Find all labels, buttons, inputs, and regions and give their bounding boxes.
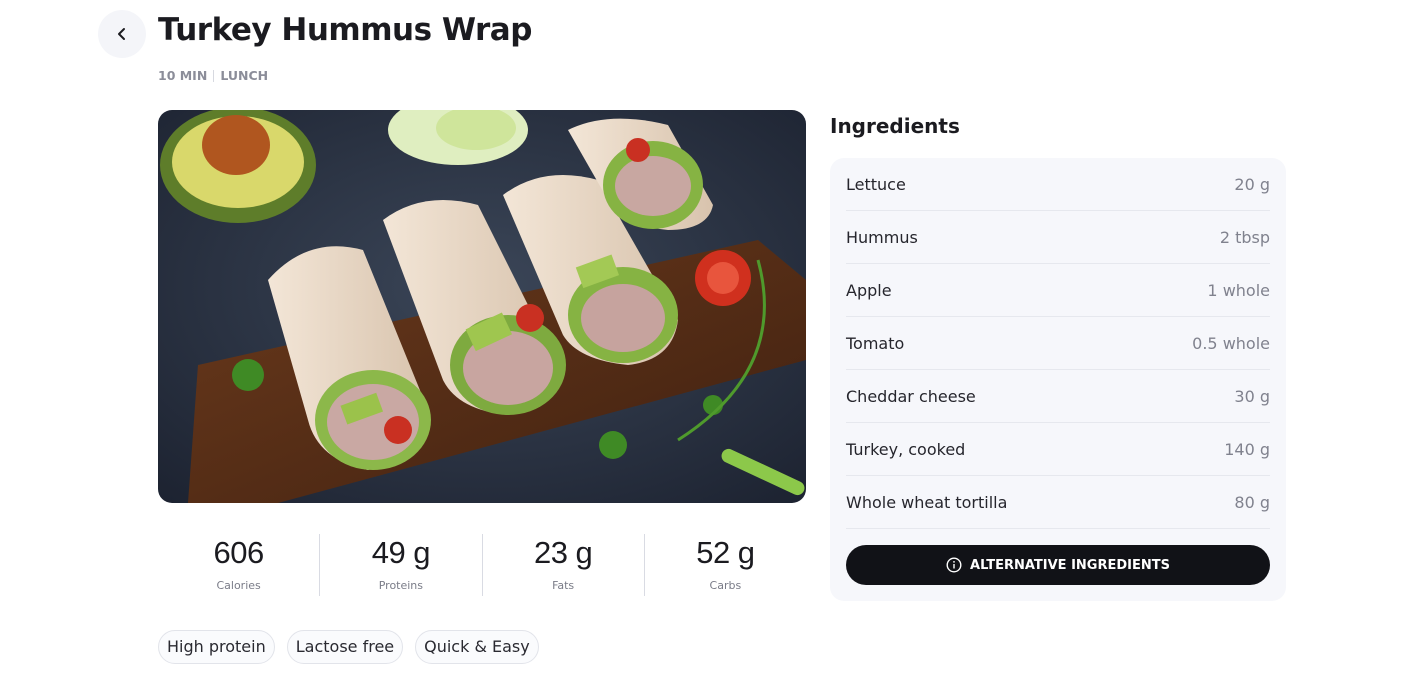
- recipe-photo: [158, 110, 806, 503]
- stat-calories: 606 Calories: [158, 534, 319, 596]
- ingredient-row: Whole wheat tortilla 80 g: [846, 476, 1270, 529]
- ingredient-qty: 140 g: [1224, 439, 1270, 459]
- ingredient-qty: 2 tbsp: [1219, 227, 1270, 247]
- ingredients-card: Lettuce 20 g Hummus 2 tbsp Apple 1 whole…: [830, 158, 1286, 601]
- stat-value: 49 g: [371, 535, 431, 570]
- ingredient-qty: 20 g: [1234, 174, 1270, 194]
- stat-label: Calories: [216, 579, 261, 592]
- ingredient-name: Cheddar cheese: [846, 386, 976, 406]
- stat-proteins: 49 g Proteins: [319, 534, 481, 596]
- ingredient-qty: 1 whole: [1207, 280, 1270, 300]
- stat-value: 23 g: [533, 535, 593, 570]
- tag-quick-easy[interactable]: Quick & Easy: [415, 630, 539, 664]
- ingredient-qty: 80 g: [1234, 492, 1270, 512]
- ingredient-name: Tomato: [846, 333, 905, 353]
- ingredient-name: Turkey, cooked: [846, 439, 966, 459]
- ingredient-name: Apple: [846, 280, 892, 300]
- chevron-left-icon: [118, 28, 125, 40]
- ingredient-row: Apple 1 whole: [846, 264, 1270, 317]
- back-button[interactable]: [98, 10, 146, 58]
- stat-label: Fats: [552, 579, 575, 592]
- recipe-meta: 10 MIN LUNCH: [158, 68, 268, 84]
- recipe-tags: High protein Lactose free Quick & Easy: [158, 630, 539, 664]
- ingredient-name: Hummus: [846, 227, 918, 247]
- stat-label: Carbs: [709, 579, 742, 592]
- ingredient-row: Tomato 0.5 whole: [846, 317, 1270, 370]
- alternative-ingredients-button[interactable]: ALTERNATIVE INGREDIENTS: [846, 545, 1270, 585]
- stat-value: 52 g: [696, 535, 755, 570]
- tag-lactose-free[interactable]: Lactose free: [286, 630, 404, 664]
- alternative-ingredients-label: ALTERNATIVE INGREDIENTS: [970, 557, 1170, 573]
- page-title: Turkey Hummus Wrap: [158, 12, 532, 48]
- meal-type-label: LUNCH: [220, 68, 269, 83]
- ingredients-heading: Ingredients: [830, 114, 960, 138]
- ingredient-row: Hummus 2 tbsp: [846, 211, 1270, 264]
- stat-fats: 23 g Fats: [481, 534, 644, 596]
- stat-label: Proteins: [378, 579, 424, 592]
- ingredient-name: Lettuce: [846, 174, 906, 194]
- ingredient-qty: 30 g: [1234, 386, 1270, 406]
- ingredient-row: Cheddar cheese 30 g: [846, 370, 1270, 423]
- ingredient-row: Lettuce 20 g: [846, 158, 1270, 211]
- ingredient-row: Turkey, cooked 140 g: [846, 423, 1270, 476]
- stat-value: 606: [213, 535, 265, 570]
- tag-high-protein[interactable]: High protein: [158, 630, 275, 664]
- stat-carbs: 52 g Carbs: [643, 534, 806, 596]
- duration-label: 10 MIN: [158, 68, 208, 83]
- info-icon: [946, 557, 962, 573]
- ingredient-name: Whole wheat tortilla: [846, 492, 1008, 512]
- ingredient-qty: 0.5 whole: [1192, 333, 1270, 353]
- meta-divider: [213, 70, 215, 82]
- nutrition-stats: 606 Calories 49 g Proteins 23 g Fats 52 …: [158, 534, 806, 596]
